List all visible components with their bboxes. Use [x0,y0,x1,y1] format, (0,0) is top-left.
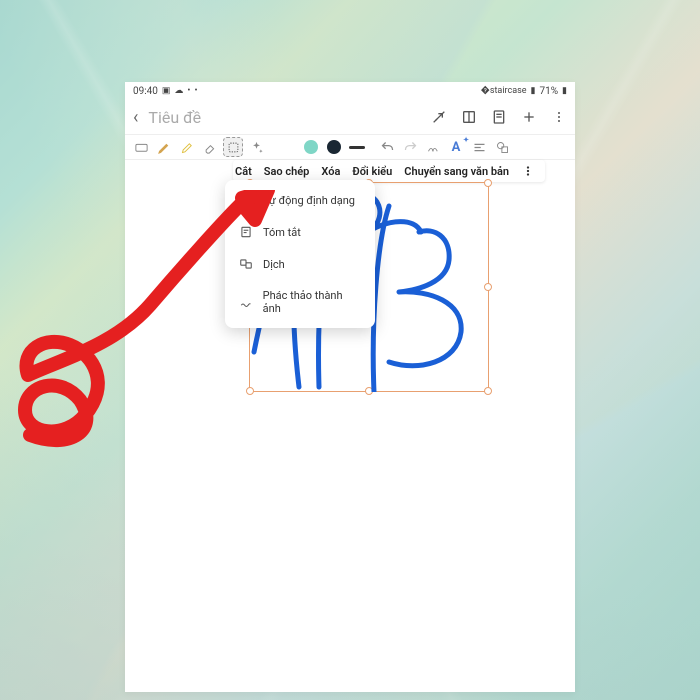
ctx-delete[interactable]: Xóa [321,165,340,178]
notes-app-window: 09:40 ▣ ☁ • • �staircase ▮ 71% ▮ ‹ Tiêu … [125,82,575,692]
status-wifi-icon: �staircase [481,86,527,96]
page-settings-icon[interactable] [491,109,507,125]
sketch-icon [239,295,253,309]
align-tool[interactable] [469,137,489,157]
reader-mode-icon[interactable] [461,109,477,125]
dropdown-translate[interactable]: Dịch [225,248,375,280]
resize-handle-bl[interactable] [246,387,254,395]
drawing-toolbar: A✦ [125,134,575,160]
status-icon-cloud: ☁ [174,86,183,96]
color-swatch-2[interactable] [301,137,321,157]
ctx-more-button[interactable] [521,164,535,178]
resize-handle-bm[interactable] [365,387,373,395]
redo-button[interactable] [400,137,420,157]
add-button[interactable] [521,109,537,125]
status-signal-icon: ▮ [531,86,536,96]
autoformat-icon [239,193,253,207]
note-title-input[interactable]: Tiêu đề [148,108,421,127]
handwriting-tool[interactable] [423,137,443,157]
status-icon-more: • [194,86,197,96]
dropdown-sketch-label: Phác thảo thành ảnh [263,289,361,315]
dropdown-autoformat[interactable]: Tự động định dạng [225,184,375,216]
lasso-select-tool[interactable] [223,137,243,157]
highlighter-tool[interactable] [177,137,197,157]
color-swatch-3[interactable] [324,137,344,157]
selection-context-bar: Cắt Sao chép Xóa Đổi kiểu Chuyển sang vă… [233,160,545,182]
ctx-cut[interactable]: Cắt [235,165,252,178]
ai-tool[interactable] [246,137,266,157]
dropdown-translate-label: Dịch [263,258,285,271]
summarize-icon [239,225,253,239]
ctx-change-style[interactable]: Đổi kiểu [352,165,392,178]
more-options-button[interactable] [551,109,567,125]
dropdown-sketch-to-image[interactable]: Phác thảo thành ảnh [225,280,375,324]
status-icon-image: ▣ [162,86,171,96]
dropdown-summarize-label: Tóm tắt [263,226,301,239]
shapes-tool[interactable] [492,137,512,157]
dropdown-autoformat-label: Tự động định dạng [263,194,355,207]
text-style-tool[interactable]: A✦ [446,137,466,157]
translate-icon [239,257,253,271]
keyboard-tool[interactable] [131,137,151,157]
resize-handle-mr[interactable] [484,283,492,291]
status-time: 09:40 [133,86,158,97]
color-swatch-1[interactable] [278,137,298,157]
status-battery-text: 71% [539,86,558,97]
resize-handle-br[interactable] [484,387,492,395]
dropdown-summarize[interactable]: Tóm tắt [225,216,375,248]
pen-tool[interactable] [154,137,174,157]
back-button[interactable]: ‹ [133,107,138,128]
ctx-copy[interactable]: Sao chép [264,165,310,178]
status-bar: 09:40 ▣ ☁ • • �staircase ▮ 71% ▮ [125,82,575,100]
resize-handle-tr[interactable] [484,179,492,187]
line-width-tool[interactable] [347,137,367,157]
undo-button[interactable] [377,137,397,157]
eraser-tool[interactable] [200,137,220,157]
title-bar: ‹ Tiêu đề [125,100,575,134]
canvas[interactable]: Cắt Sao chép Xóa Đổi kiểu Chuyển sang vă… [125,160,575,692]
ctx-to-text[interactable]: Chuyển sang văn bản [404,165,509,178]
status-icon-dot: • [187,86,190,96]
ai-actions-dropdown: Tự động định dạng Tóm tắt Dịch Phác thảo… [225,180,375,328]
expand-icon[interactable] [431,109,447,125]
status-battery-icon: ▮ [562,86,567,96]
